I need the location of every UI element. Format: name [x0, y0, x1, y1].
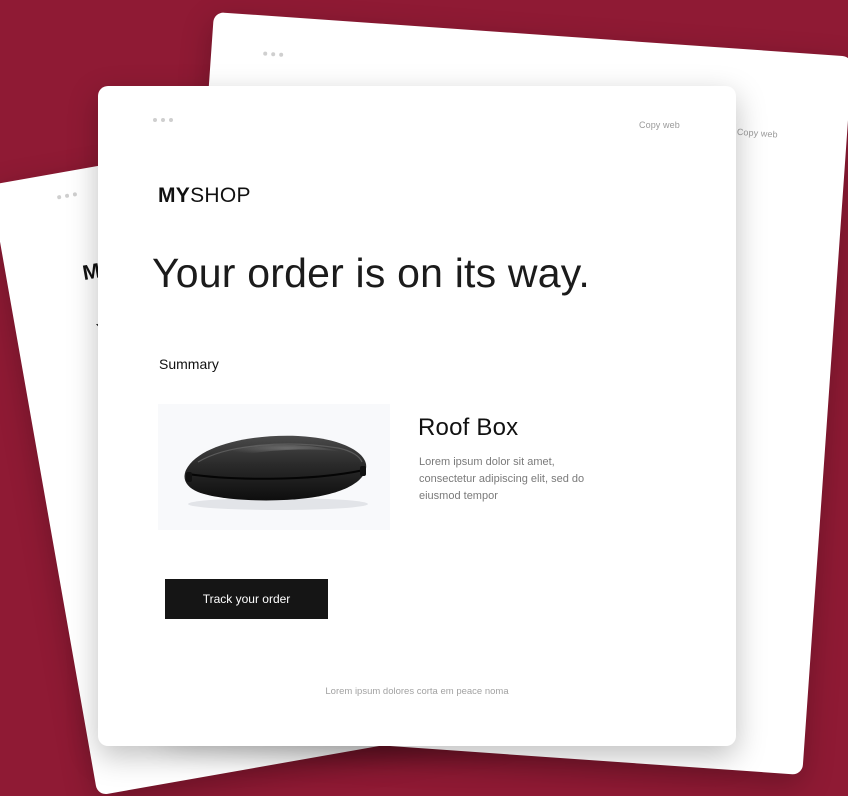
roof-box-icon: [184, 435, 368, 510]
copy-web-link[interactable]: Copy web: [737, 127, 778, 140]
product-description: Lorem ipsum dolor sit amet, consectetur …: [419, 456, 585, 502]
brand-logo: MYSHOP: [158, 184, 251, 208]
email-preview-card-front: Copy web MYSHOP Your order is on its way…: [98, 86, 736, 746]
copy-web-link[interactable]: Copy web: [639, 120, 680, 130]
track-order-button[interactable]: Track your order: [165, 579, 328, 619]
window-dots: [263, 51, 284, 57]
brand-logo-bold: MY: [158, 184, 191, 207]
window-dots: [56, 192, 78, 200]
brand-logo-light: SHOP: [190, 184, 251, 207]
footer-text: Lorem ipsum dolores corta em peace noma: [325, 686, 509, 697]
roof-box-image: [158, 404, 390, 530]
product-title: Roof Box: [418, 414, 519, 441]
summary-heading: Summary: [159, 356, 219, 372]
page-title: Your order is on its way.: [152, 250, 590, 296]
window-dots: [153, 118, 173, 122]
